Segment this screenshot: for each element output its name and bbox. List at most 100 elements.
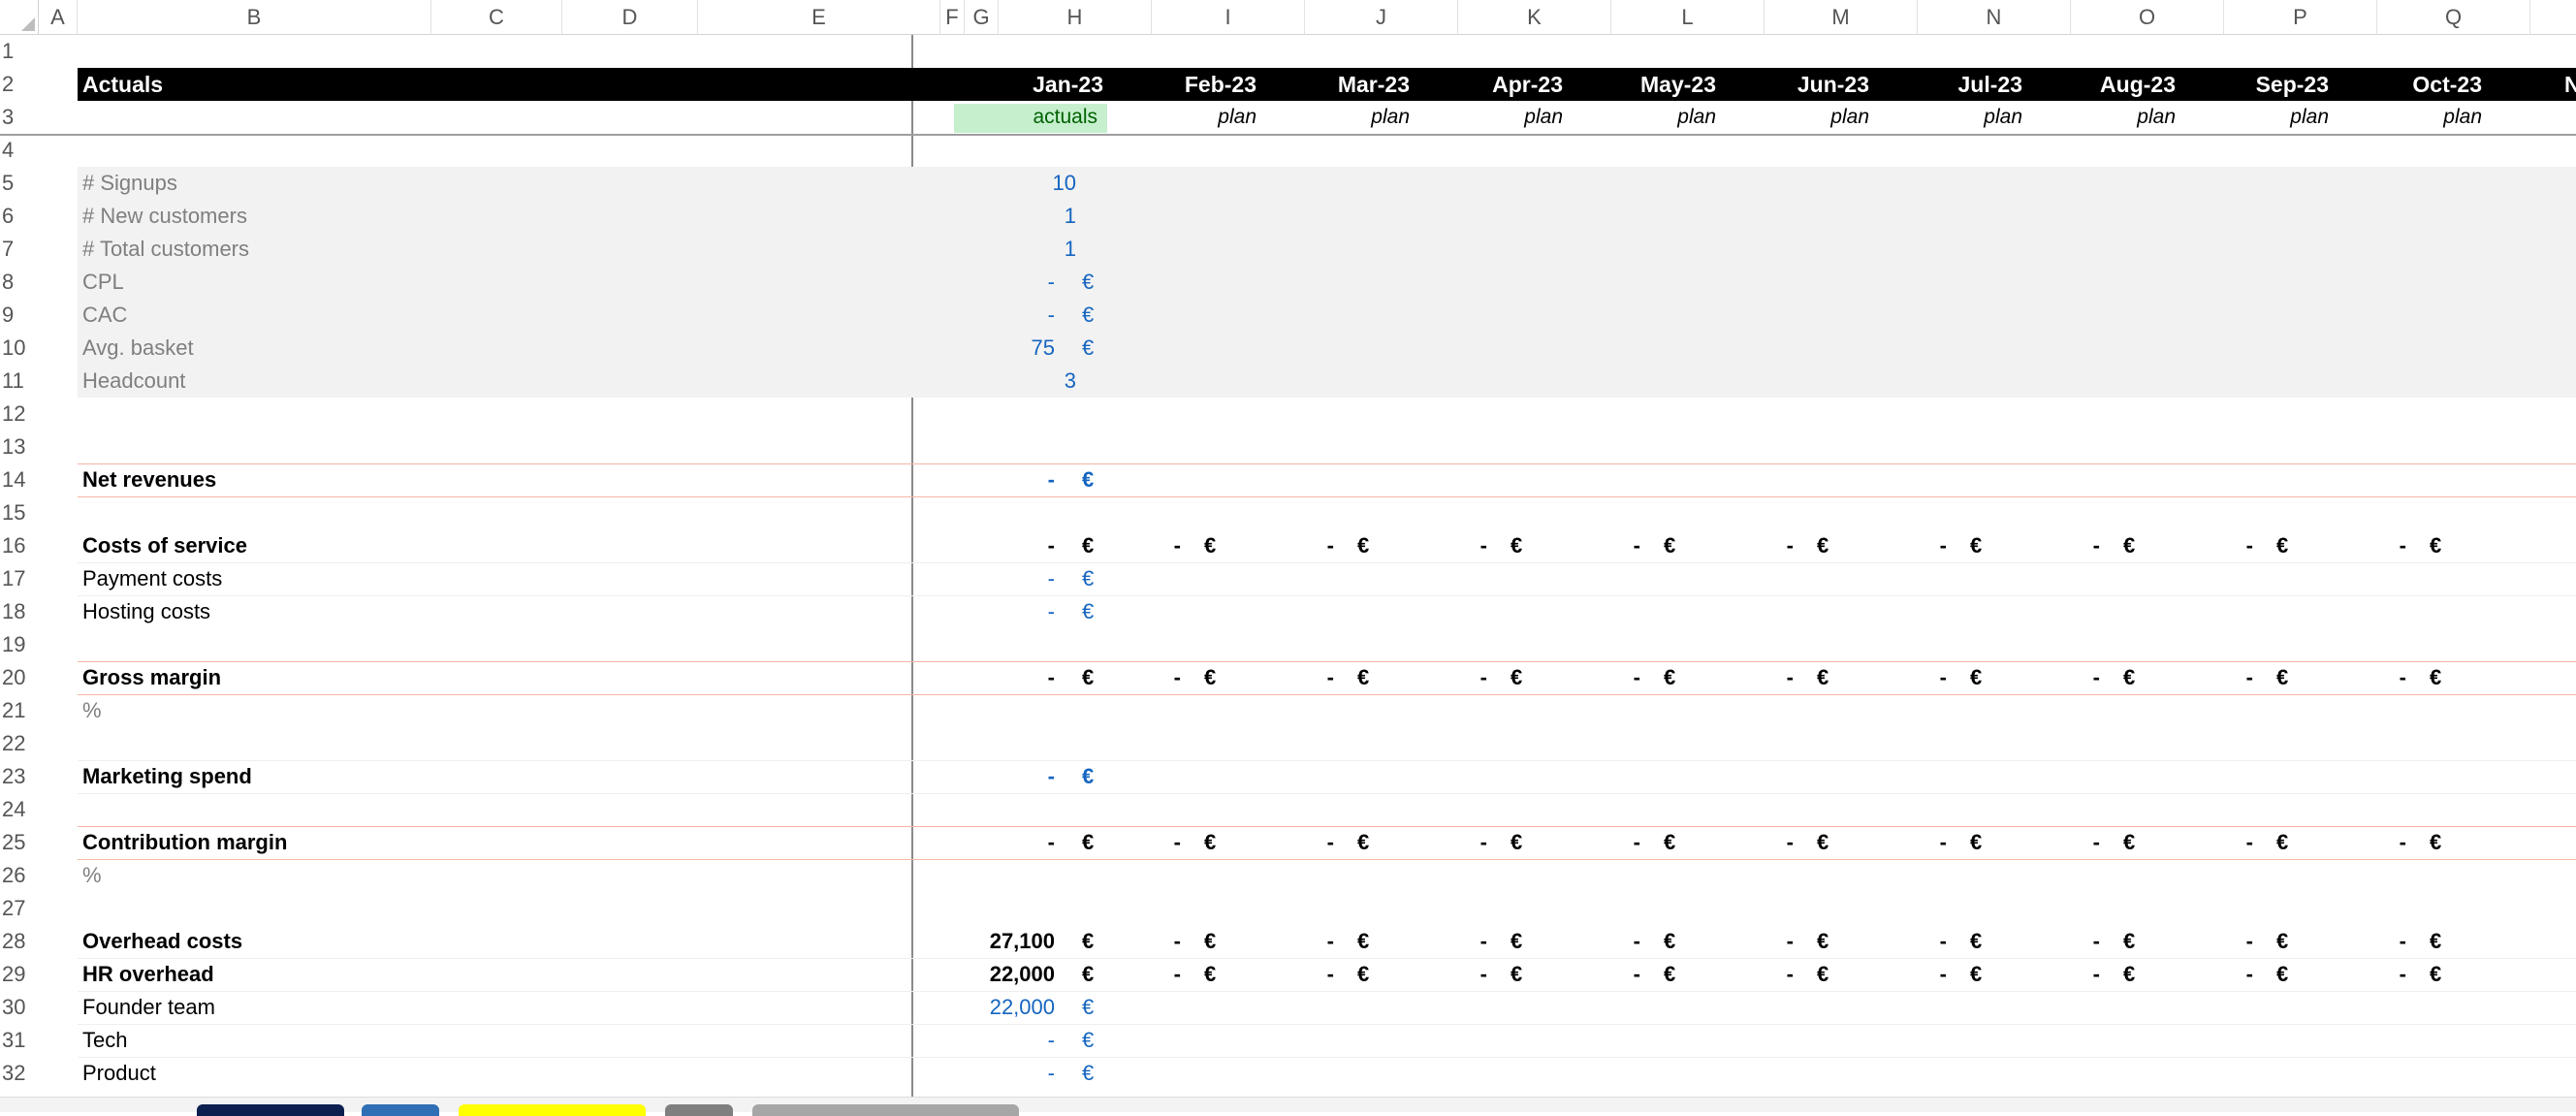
month-header-jan-23[interactable]: Jan-23 — [958, 68, 1103, 101]
scenario-plan-4[interactable]: plan — [1417, 101, 1563, 134]
sheet-title[interactable]: Actuals — [82, 68, 163, 101]
hr-overhead-plan-value-6[interactable]: - — [1735, 958, 1794, 991]
gross-margin-plan-value-2[interactable]: - — [1123, 661, 1181, 694]
contribution-margin-plan-value-9[interactable]: - — [2195, 826, 2253, 859]
gross-margin-plan-value-9[interactable]: - — [2195, 661, 2253, 694]
row-header-25[interactable]: 25 — [0, 826, 39, 859]
hr-overhead-plan-value-9[interactable]: - — [2195, 958, 2253, 991]
column-header-m[interactable]: M — [1765, 0, 1918, 35]
costs-of-service-jan-value[interactable]: - — [919, 529, 1055, 562]
column-header-o[interactable]: O — [2071, 0, 2224, 35]
marketing-spend-value[interactable]: - — [919, 760, 1055, 793]
row-header-8[interactable]: 8 — [0, 266, 39, 299]
net-revenues-value[interactable]: - — [919, 463, 1055, 496]
row-header-17[interactable]: 17 — [0, 562, 39, 595]
column-header-l[interactable]: L — [1611, 0, 1765, 35]
sheet-tab-3[interactable] — [459, 1104, 646, 1116]
payment-costs-value[interactable]: - — [919, 562, 1055, 595]
gross-margin-plan-value-6[interactable]: - — [1735, 661, 1794, 694]
contribution-margin-plan-value-8[interactable]: - — [2042, 826, 2100, 859]
contribution-margin-plan-value-3[interactable]: - — [1276, 826, 1334, 859]
row-header-15[interactable]: 15 — [0, 496, 39, 529]
gross-margin-jan-value[interactable]: - — [919, 661, 1055, 694]
contribution-margin-plan-value-7[interactable]: - — [1889, 826, 1947, 859]
row-header-5[interactable]: 5 — [0, 167, 39, 200]
row-header-2[interactable]: 2 — [0, 68, 39, 101]
row-header-4[interactable]: 4 — [0, 134, 39, 167]
costs-of-service-plan-value-4[interactable]: - — [1429, 529, 1487, 562]
overhead-costs-plan-value-5[interactable]: - — [1582, 925, 1640, 958]
overhead-costs-plan-value-7[interactable]: - — [1889, 925, 1947, 958]
gross-margin-plan-value-4[interactable]: - — [1429, 661, 1487, 694]
column-header-f[interactable]: F — [940, 0, 965, 35]
contribution-margin-plan-value-10[interactable]: - — [2348, 826, 2406, 859]
overhead-costs-plan-value-2[interactable]: - — [1123, 925, 1181, 958]
row-header-18[interactable]: 18 — [0, 595, 39, 628]
sheet-tab-4[interactable] — [665, 1104, 733, 1116]
sheet-tab-5[interactable] — [752, 1104, 1019, 1116]
row-header-3[interactable]: 3 — [0, 101, 39, 134]
sheet-tab-2[interactable] — [362, 1104, 439, 1116]
month-header-jul-23[interactable]: Jul-23 — [1877, 68, 2022, 101]
hosting-costs-value[interactable]: - — [919, 595, 1055, 628]
tech-value[interactable]: - — [919, 1024, 1055, 1057]
hr-overhead-plan-value-7[interactable]: - — [1889, 958, 1947, 991]
row-header-21[interactable]: 21 — [0, 694, 39, 727]
contribution-margin-plan-value-5[interactable]: - — [1582, 826, 1640, 859]
overhead-costs-plan-value-9[interactable]: - — [2195, 925, 2253, 958]
product-value[interactable]: - — [919, 1057, 1055, 1090]
overhead-costs-jan-value[interactable]: 27,100 — [919, 925, 1055, 958]
column-header-j[interactable]: J — [1305, 0, 1458, 35]
kpi-value-signups[interactable]: 10 — [960, 167, 1076, 200]
row-header-10[interactable]: 10 — [0, 332, 39, 365]
month-header-aug-23[interactable]: Aug-23 — [2030, 68, 2176, 101]
column-header-k[interactable]: K — [1458, 0, 1611, 35]
costs-of-service-plan-value-5[interactable]: - — [1582, 529, 1640, 562]
row-header-11[interactable]: 11 — [0, 365, 39, 398]
month-header-mar-23[interactable]: Mar-23 — [1264, 68, 1410, 101]
month-header-apr-23[interactable]: Apr-23 — [1417, 68, 1563, 101]
scenario-plan-2[interactable]: plan — [1111, 101, 1256, 134]
overhead-costs-plan-value-10[interactable]: - — [2348, 925, 2406, 958]
hr-overhead-jan-value[interactable]: 22,000 — [919, 958, 1055, 991]
column-header-b[interactable]: B — [78, 0, 431, 35]
founder-team-value[interactable]: 22,000 — [919, 991, 1055, 1024]
row-header-32[interactable]: 32 — [0, 1057, 39, 1090]
month-header-may-23[interactable]: May-23 — [1571, 68, 1716, 101]
row-header-19[interactable]: 19 — [0, 628, 39, 661]
row-header-24[interactable]: 24 — [0, 793, 39, 826]
column-header-n[interactable]: N — [1918, 0, 2071, 35]
gross-margin-plan-value-5[interactable]: - — [1582, 661, 1640, 694]
scenario-plan-6[interactable]: plan — [1724, 101, 1869, 134]
costs-of-service-plan-value-7[interactable]: - — [1889, 529, 1947, 562]
costs-of-service-plan-value-8[interactable]: - — [2042, 529, 2100, 562]
kpi-value-new-customers[interactable]: 1 — [960, 200, 1076, 233]
costs-of-service-plan-value-9[interactable]: - — [2195, 529, 2253, 562]
row-header-12[interactable]: 12 — [0, 398, 39, 430]
row-header-26[interactable]: 26 — [0, 859, 39, 892]
column-header-e[interactable]: E — [698, 0, 940, 35]
column-header-a[interactable]: A — [39, 0, 78, 35]
month-header-sep-23[interactable]: Sep-23 — [2183, 68, 2329, 101]
scenario-actuals-1[interactable]: actuals — [958, 101, 1097, 134]
contribution-margin-jan-value[interactable]: - — [919, 826, 1055, 859]
gross-margin-plan-value-10[interactable]: - — [2348, 661, 2406, 694]
month-header-feb-23[interactable]: Feb-23 — [1111, 68, 1256, 101]
row-header-30[interactable]: 30 — [0, 991, 39, 1024]
column-header-c[interactable]: C — [431, 0, 562, 35]
kpi-value-cac[interactable]: - — [938, 299, 1055, 332]
costs-of-service-plan-value-10[interactable]: - — [2348, 529, 2406, 562]
kpi-value-total-customers[interactable]: 1 — [960, 233, 1076, 266]
overhead-costs-plan-value-3[interactable]: - — [1276, 925, 1334, 958]
row-header-1[interactable]: 1 — [0, 35, 39, 68]
row-header-27[interactable]: 27 — [0, 892, 39, 925]
overhead-costs-plan-value-4[interactable]: - — [1429, 925, 1487, 958]
scenario-plan-8[interactable]: plan — [2030, 101, 2176, 134]
month-header-oct-23[interactable]: Oct-23 — [2337, 68, 2482, 101]
gross-margin-plan-value-3[interactable]: - — [1276, 661, 1334, 694]
costs-of-service-plan-value-6[interactable]: - — [1735, 529, 1794, 562]
gross-margin-plan-value-8[interactable]: - — [2042, 661, 2100, 694]
scenario-plan-7[interactable]: plan — [1877, 101, 2022, 134]
row-header-23[interactable]: 23 — [0, 760, 39, 793]
costs-of-service-plan-value-3[interactable]: - — [1276, 529, 1334, 562]
